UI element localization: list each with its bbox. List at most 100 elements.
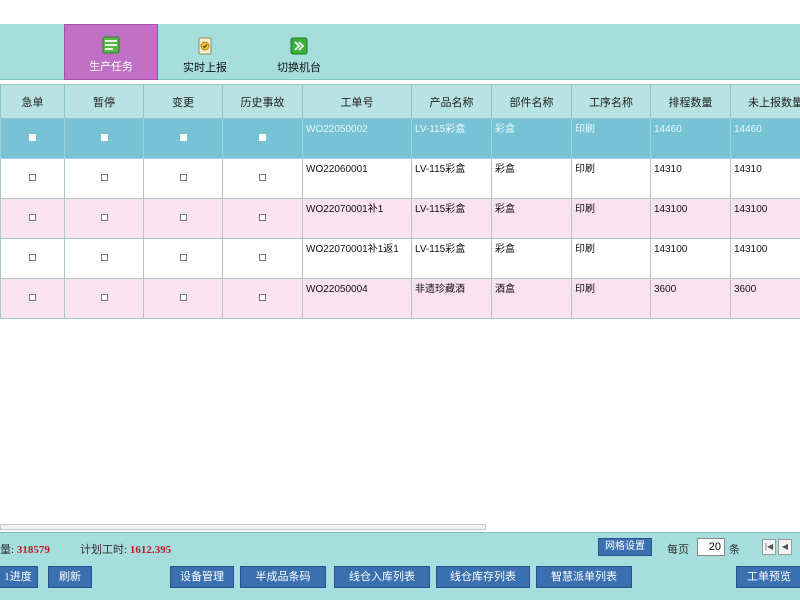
history-checkbox[interactable]	[259, 174, 266, 181]
tool-realtime-report[interactable]: 实时上报	[170, 24, 240, 80]
pause-cell	[64, 238, 144, 279]
task-grid: 急单 暂停 变更 历史事故 工单号 产品名称 部件名称 工序名称 排程数量 未上…	[0, 84, 800, 320]
tool-switch-machine[interactable]: 切换机台	[264, 24, 334, 80]
col-header-process-name[interactable]: 工序名称	[571, 84, 651, 119]
urgent-checkbox[interactable]	[29, 254, 36, 261]
product-name-cell: LV-115彩盒	[411, 198, 492, 239]
scheduled-qty-cell: 143100	[650, 198, 731, 239]
pause-checkbox[interactable]	[100, 134, 108, 141]
process-name-cell: 印刷	[571, 198, 651, 239]
process-name-cell: 印刷	[571, 238, 651, 279]
table-row[interactable]: WO22060001 LV-115彩盒 彩盒 印刷 14310 14310	[0, 158, 800, 199]
product-name-cell: LV-115彩盒	[411, 238, 492, 279]
smart-dispatch-list-button[interactable]: 智慧派单列表	[536, 566, 632, 588]
col-header-unreported-qty[interactable]: 未上报数量	[730, 84, 800, 119]
history-cell	[222, 238, 303, 279]
urgent-checkbox[interactable]	[29, 294, 36, 301]
col-header-part-name[interactable]: 部件名称	[491, 84, 572, 119]
total-count-value: 318579	[16, 544, 50, 556]
order-number-cell: WO22050002	[302, 118, 412, 159]
change-cell	[143, 118, 223, 159]
col-header-history-incident[interactable]: 历史事故	[222, 84, 303, 119]
process-name-cell: 印刷	[571, 278, 651, 319]
scheduled-qty-cell: 3600	[650, 278, 731, 319]
col-header-pause[interactable]: 暂停	[64, 84, 144, 119]
switch-machine-icon	[290, 37, 308, 55]
product-name-cell: LV-115彩盒	[411, 158, 492, 199]
change-checkbox[interactable]	[179, 254, 187, 261]
total-count-label: 量:	[0, 544, 15, 556]
line-warehouse-stock-list-button[interactable]: 线仓库存列表	[436, 566, 530, 588]
realtime-report-icon	[198, 37, 212, 55]
urgent-checkbox[interactable]	[29, 174, 36, 181]
urgent-checkbox[interactable]	[29, 214, 36, 221]
history-checkbox[interactable]	[259, 254, 266, 261]
planned-hours-value: 1612.395	[129, 544, 172, 556]
page-size-input[interactable]	[697, 538, 725, 556]
unreported-qty-cell: 14310	[730, 158, 800, 199]
pause-checkbox[interactable]	[100, 214, 108, 221]
first-page-icon[interactable]: |◀	[762, 539, 776, 555]
scheduled-qty-cell: 14310	[650, 158, 731, 199]
history-cell	[222, 278, 303, 319]
planned-hours-label: 计划工时:	[80, 544, 128, 556]
progress-button[interactable]: 1进度	[0, 566, 38, 588]
change-checkbox[interactable]	[179, 134, 187, 141]
pause-checkbox[interactable]	[100, 294, 108, 301]
part-name-cell: 酒盒	[491, 278, 572, 319]
urgent-checkbox[interactable]	[29, 134, 36, 141]
tool-label: 生产任务	[89, 61, 133, 73]
history-checkbox[interactable]	[259, 134, 266, 141]
horizontal-scrollbar[interactable]	[0, 522, 800, 532]
production-task-icon	[102, 36, 120, 54]
order-number-cell: WO22050004	[302, 278, 412, 319]
table-row[interactable]: WO22050002 LV-115彩盒 彩盒 印刷 14460 14460	[0, 118, 800, 159]
col-header-change[interactable]: 变更	[143, 84, 223, 119]
pause-checkbox[interactable]	[100, 174, 108, 181]
pause-cell	[64, 118, 144, 159]
unreported-qty-cell: 143100	[730, 238, 800, 279]
semi-finished-barcode-button[interactable]: 半成品条码	[240, 566, 326, 588]
history-checkbox[interactable]	[259, 294, 266, 301]
grid-settings-button[interactable]: 网格设置	[598, 538, 652, 556]
change-checkbox[interactable]	[179, 294, 187, 301]
col-header-order-number[interactable]: 工单号	[302, 84, 412, 119]
grid-header-row: 急单 暂停 变更 历史事故 工单号 产品名称 部件名称 工序名称 排程数量 未上…	[0, 84, 800, 119]
history-checkbox[interactable]	[259, 214, 266, 221]
col-header-product-name[interactable]: 产品名称	[411, 84, 492, 119]
unreported-qty-cell: 143100	[730, 198, 800, 239]
history-cell	[222, 158, 303, 199]
change-checkbox[interactable]	[179, 174, 187, 181]
change-cell	[143, 278, 223, 319]
scrollbar-thumb[interactable]	[0, 524, 486, 530]
part-name-cell: 彩盒	[491, 198, 572, 239]
tool-label: 实时上报	[183, 62, 227, 74]
urgent-cell	[0, 158, 65, 199]
tool-production-task[interactable]: 生产任务	[64, 24, 158, 80]
process-name-cell: 印刷	[571, 158, 651, 199]
change-checkbox[interactable]	[179, 214, 187, 221]
col-header-urgent[interactable]: 急单	[0, 84, 65, 119]
order-number-cell: WO22070001补1	[302, 198, 412, 239]
change-cell	[143, 158, 223, 199]
table-row[interactable]: WO22070001补1 LV-115彩盒 彩盒 印刷 143100 14310…	[0, 198, 800, 239]
line-warehouse-inbound-list-button[interactable]: 线仓入库列表	[334, 566, 430, 588]
equipment-management-button[interactable]: 设备管理	[170, 566, 234, 588]
page-size-unit: 条	[729, 544, 740, 556]
pause-checkbox[interactable]	[100, 254, 108, 261]
table-row[interactable]: WO22070001补1返1 LV-115彩盒 彩盒 印刷 143100 143…	[0, 238, 800, 279]
history-cell	[222, 118, 303, 159]
order-preview-button[interactable]: 工单预览	[736, 566, 800, 588]
change-cell	[143, 198, 223, 239]
status-bar: 量: 318579 计划工时: 1612.395 网格设置 每页 条 |◀ ◀	[0, 532, 800, 560]
unreported-qty-cell: 3600	[730, 278, 800, 319]
part-name-cell: 彩盒	[491, 238, 572, 279]
refresh-button[interactable]: 刷新	[48, 566, 92, 588]
main-toolbar: 生产任务 实时上报 切换机台	[0, 24, 800, 80]
col-header-scheduled-qty[interactable]: 排程数量	[650, 84, 731, 119]
table-row[interactable]: WO22050004 非遗珍藏酒 酒盒 印刷 3600 3600	[0, 278, 800, 319]
prev-page-icon[interactable]: ◀	[778, 539, 792, 555]
pause-cell	[64, 158, 144, 199]
urgent-cell	[0, 238, 65, 279]
order-number-cell: WO22060001	[302, 158, 412, 199]
